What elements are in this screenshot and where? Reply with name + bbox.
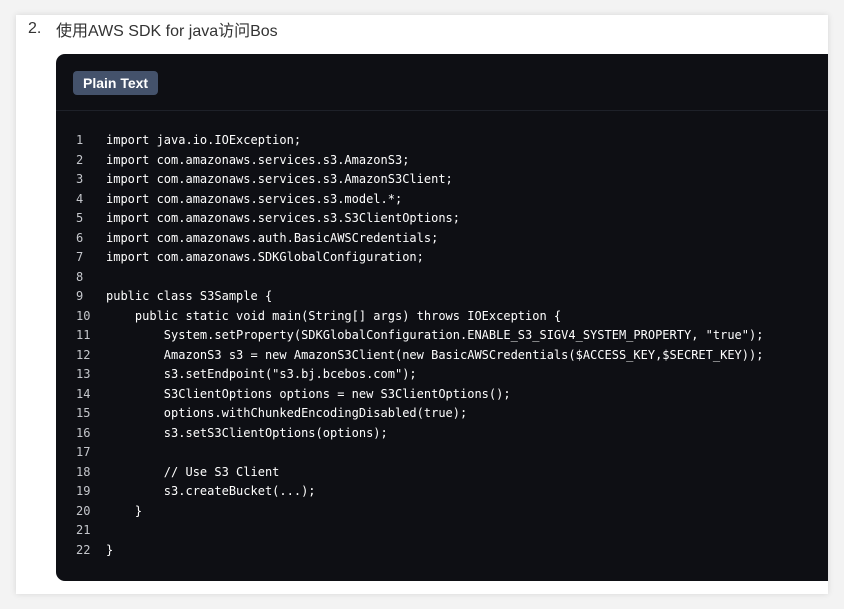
code-line: 11 System.setProperty(SDKGlobalConfigura…	[56, 326, 828, 346]
code-text: }	[106, 542, 114, 557]
code-text: import com.amazonaws.services.s3.S3Clien…	[106, 211, 461, 225]
code-line: 8	[56, 268, 828, 288]
code-line: 9 public class S3Sample {	[56, 287, 828, 307]
code-text: import com.amazonaws.services.s3.AmazonS…	[106, 172, 453, 186]
code-header-divider	[56, 110, 828, 111]
code-body: 1 import java.io.IOException; 2 import com.…	[56, 131, 828, 560]
code-text: options.withChunkedEncodingDisabled(true…	[106, 406, 468, 420]
code-line: 18 // Use S3 Client	[56, 463, 828, 483]
code-line: 20 }	[56, 502, 828, 522]
step-number: 2.	[28, 20, 42, 37]
code-text: // Use S3 Client	[106, 464, 280, 479]
line-number: 20	[76, 503, 91, 518]
step-heading: 2. 使用AWS SDK for java访问Bos	[28, 17, 278, 41]
code-text: System.setProperty(SDKGlobalConfiguratio…	[106, 328, 764, 342]
code-line: 19 s3.createBucket(...);	[56, 482, 828, 502]
document-card: 2. 使用AWS SDK for java访问Bos Plain Text 1 i…	[16, 15, 828, 594]
code-text: s3.createBucket(...);	[106, 484, 316, 498]
code-text: AmazonS3 s3 = new AmazonS3Client(new Bas…	[106, 347, 764, 362]
code-text: public static void main(String[] args) t…	[106, 308, 562, 323]
code-line: 2 import com.amazonaws.services.s3.Amazon…	[56, 151, 828, 171]
line-number: 12	[76, 347, 91, 362]
code-text: public class S3Sample {	[106, 289, 273, 303]
code-line: 5 import com.amazonaws.services.s3.S3Clie…	[56, 209, 828, 229]
code-line: 14 S3ClientOptions options = new S3Clien…	[56, 385, 828, 405]
line-number: 17	[76, 445, 91, 459]
code-block: Plain Text 1 import java.io.IOException; 2…	[56, 54, 828, 581]
line-number: 22	[76, 542, 91, 557]
code-line: 15 options.withChunkedEncodingDisabled(t…	[56, 404, 828, 424]
code-text: import com.amazonaws.services.s3.model.*…	[106, 191, 403, 206]
code-line: 16 s3.setS3ClientOptions(options);	[56, 424, 828, 444]
line-number: 7	[76, 250, 84, 264]
line-number: 10	[76, 308, 91, 323]
code-text: import com.amazonaws.SDKGlobalConfigurat…	[106, 250, 424, 264]
language-badge[interactable]: Plain Text	[73, 71, 159, 95]
line-number: 8	[76, 269, 84, 284]
code-text: S3ClientOptions options = new S3ClientOp…	[106, 386, 511, 401]
line-number: 18	[76, 464, 91, 479]
line-number: 9	[76, 289, 84, 303]
code-line: 21	[56, 521, 828, 541]
line-number: 6	[76, 230, 84, 245]
code-text: s3.setS3ClientOptions(options);	[106, 425, 388, 440]
line-number: 1	[76, 133, 84, 147]
line-number: 3	[76, 172, 84, 186]
line-number: 4	[76, 191, 84, 206]
step-title: 使用AWS SDK for java访问Bos	[56, 23, 278, 40]
code-line: 1 import java.io.IOException;	[56, 131, 828, 151]
code-text: import com.amazonaws.services.s3.AmazonS…	[106, 152, 410, 167]
code-line: 13 s3.setEndpoint("s3.bj.bcebos.com");	[56, 365, 828, 385]
code-line: 6 import com.amazonaws.auth.BasicAWSCrede…	[56, 229, 828, 249]
code-line: 4 import com.amazonaws.services.s3.model.…	[56, 190, 828, 210]
code-text: import com.amazonaws.auth.BasicAWSCreden…	[106, 230, 439, 245]
code-line: 10 public static void main(String[] args…	[56, 307, 828, 327]
code-text: }	[106, 503, 143, 518]
line-number: 21	[76, 523, 91, 537]
line-number: 16	[76, 425, 91, 440]
code-text: s3.setEndpoint("s3.bj.bcebos.com");	[106, 367, 417, 381]
line-number: 14	[76, 386, 91, 401]
line-number: 2	[76, 152, 84, 167]
code-line: 12 AmazonS3 s3 = new AmazonS3Client(new …	[56, 346, 828, 366]
line-number: 11	[76, 328, 91, 342]
code-line: 17	[56, 443, 828, 463]
line-number: 5	[76, 211, 84, 225]
code-line: 22}	[56, 541, 828, 561]
line-number: 15	[76, 406, 91, 420]
code-text: import java.io.IOException;	[106, 133, 302, 147]
line-number: 19	[76, 484, 91, 498]
code-line: 7 import com.amazonaws.SDKGlobalConfigura…	[56, 248, 828, 268]
line-number: 13	[76, 367, 91, 381]
code-line: 3 import com.amazonaws.services.s3.Amazon…	[56, 170, 828, 190]
